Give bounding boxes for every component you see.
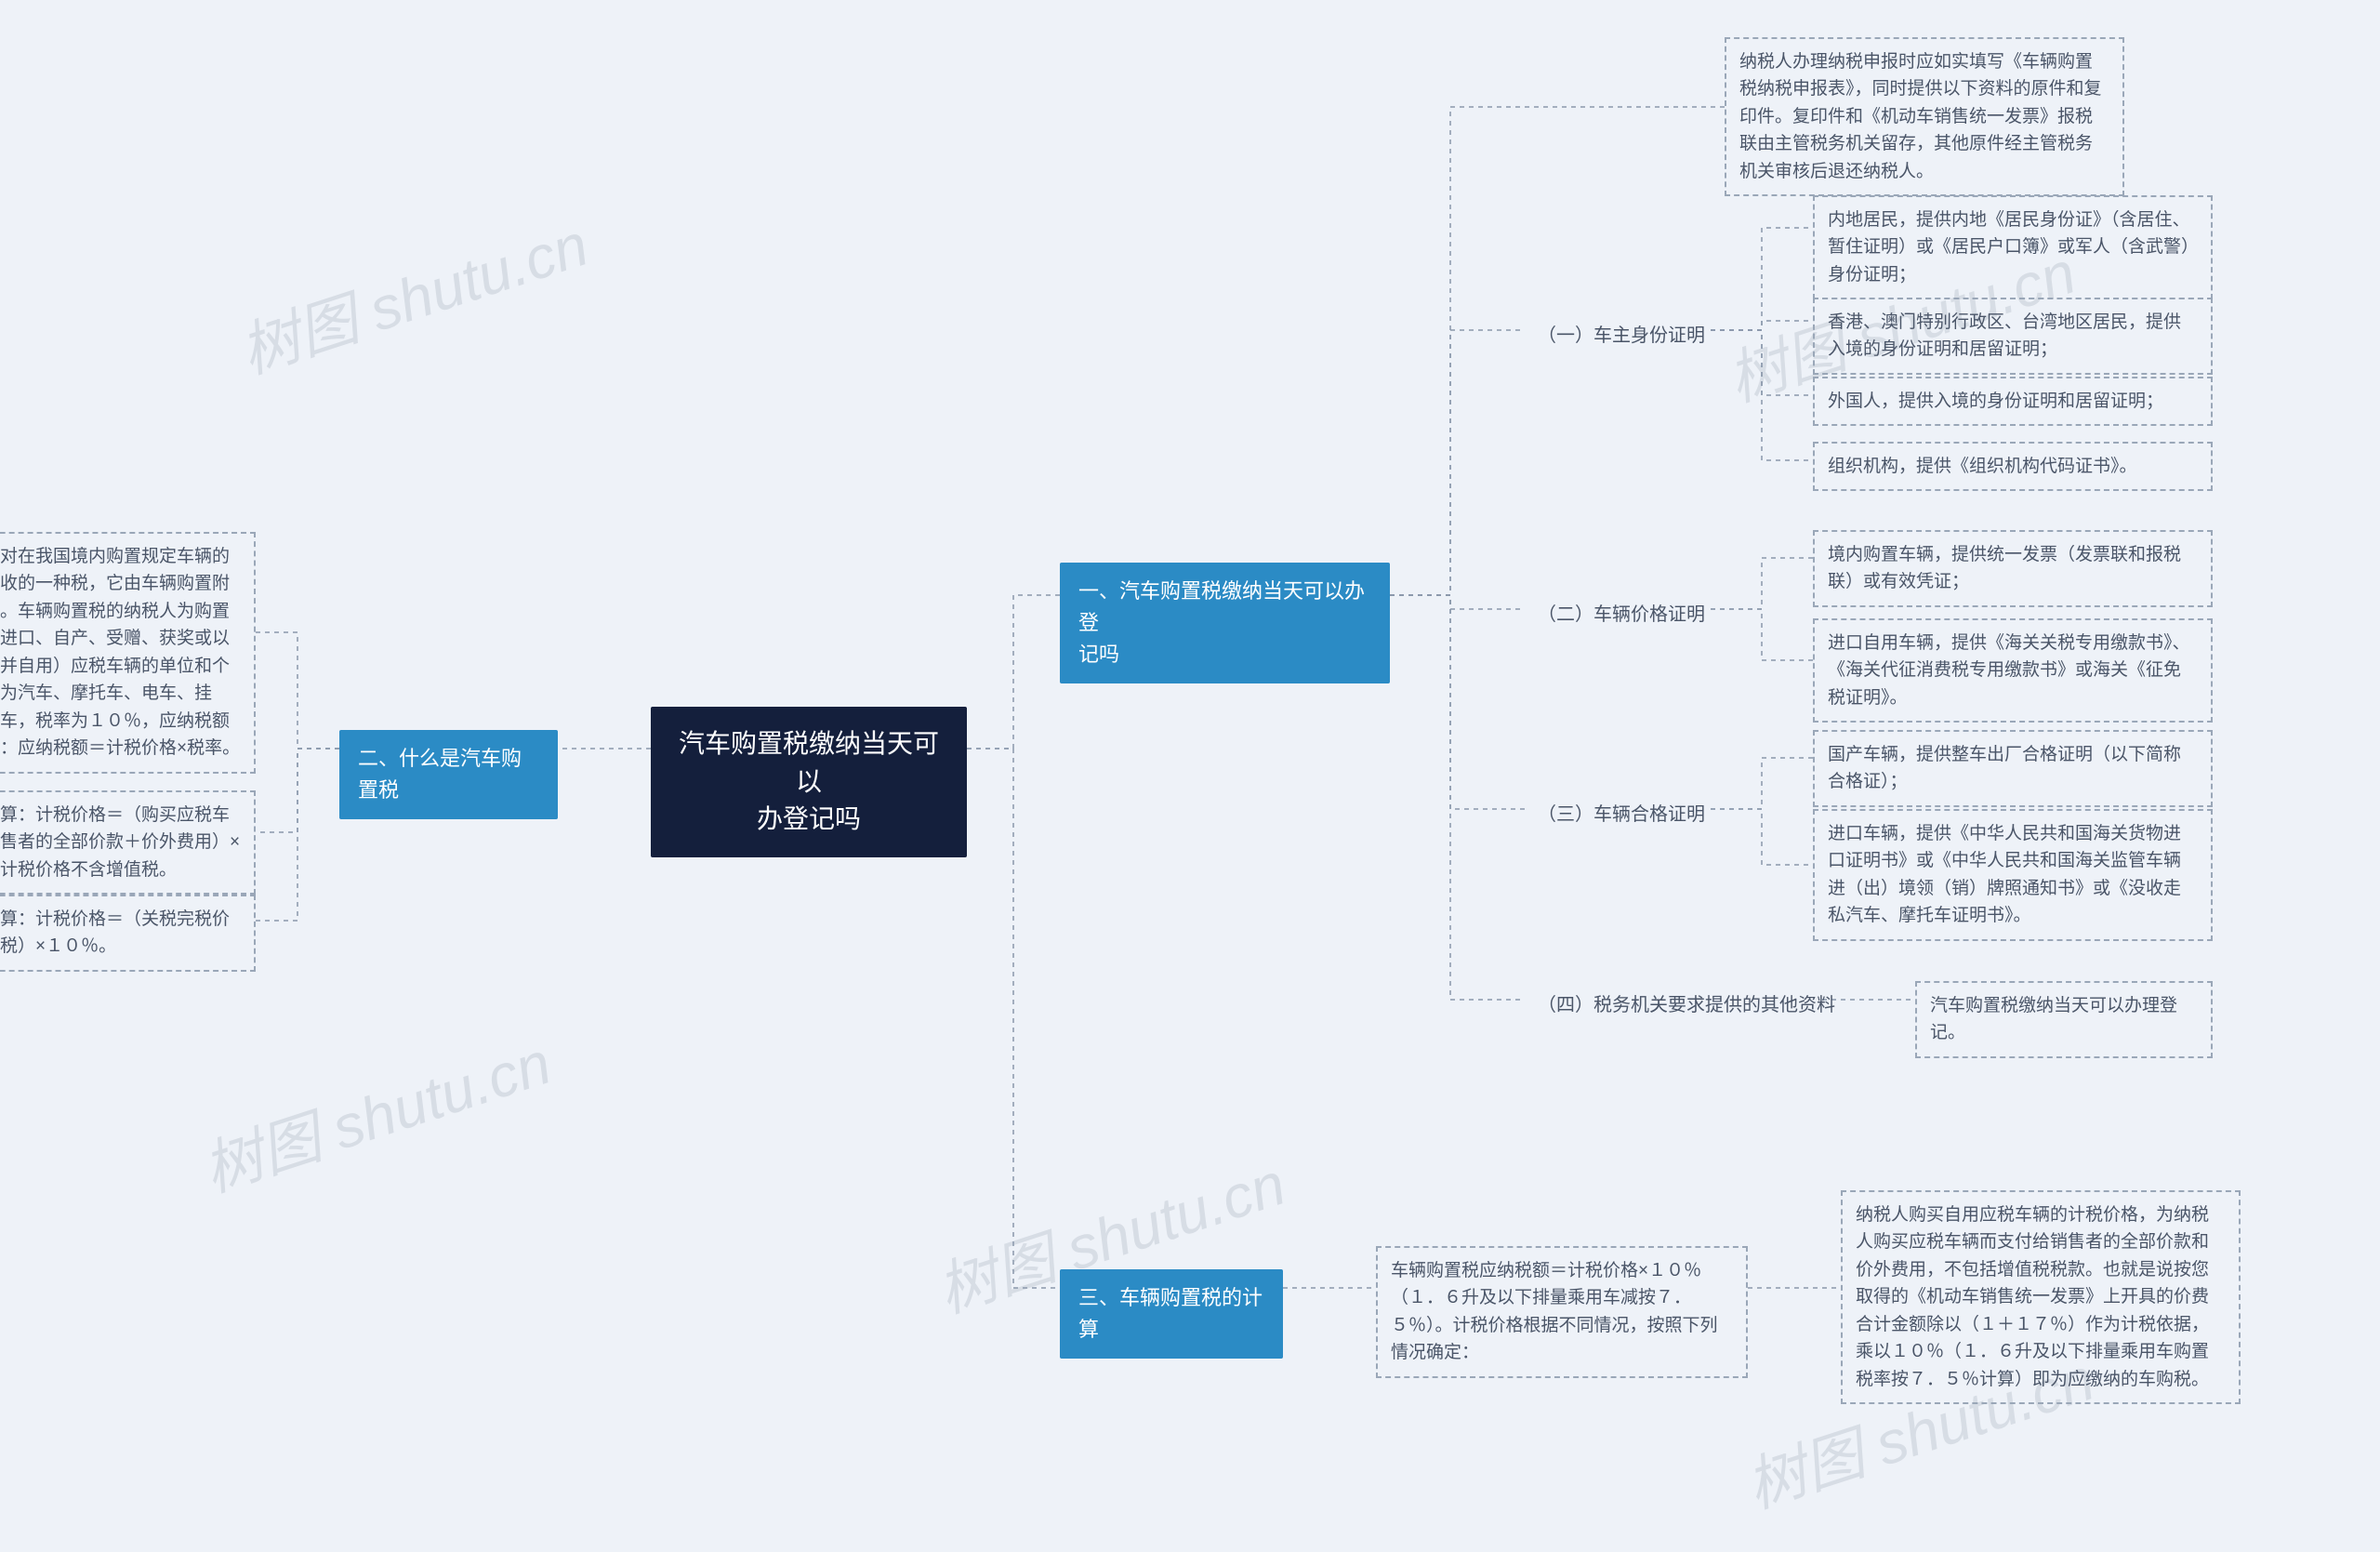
b2-b: 自用车税率计算：计税价格＝（购买应税车辆而支付给销售者的全部价款＋价外费用）×１…	[0, 790, 256, 895]
b1-s1-c: 外国人，提供入境的身份证明和居留证明；	[1813, 377, 2213, 426]
b2-a: 车辆购置税是对在我国境内购置规定车辆的单位和个人征收的一种税，它由车辆购置附加费…	[0, 532, 256, 774]
b1-s3-b: 进口车辆，提供《中华人民共和国海关货物进口证明书》或《中华人民共和国海关监管车辆…	[1813, 809, 2213, 941]
b1-s3-label: （三）车辆合格证明	[1525, 793, 1718, 837]
b1-s1-d: 组织机构，提供《组织机构代码证书》。	[1813, 442, 2213, 491]
b1-intro: 纳税人办理纳税申报时应如实填写《车辆购置税纳税申报表》，同时提供以下资料的原件和…	[1725, 37, 2124, 196]
branch-1-line1: 一、汽车购置税缴纳当天可以办登	[1078, 576, 1371, 639]
b1-s3-a: 国产车辆，提供整车出厂合格证明（以下简称合格证）；	[1813, 730, 2213, 807]
b2-c: 进口车税率计算：计税价格＝（关税完税价＋关税＋消费税）×１０％。	[0, 895, 256, 972]
branch-2: 二、什么是汽车购置税	[339, 730, 558, 819]
b1-s2-label: （二）车辆价格证明	[1525, 593, 1718, 637]
branch-1: 一、汽车购置税缴纳当天可以办登 记吗	[1060, 563, 1390, 683]
b1-s1-label: （一）车主身份证明	[1525, 314, 1718, 358]
b1-s1-b: 香港、澳门特别行政区、台湾地区居民，提供入境的身份证明和居留证明；	[1813, 298, 2213, 375]
b1-s4-label: （四）税务机关要求提供的其他资料	[1525, 984, 1848, 1028]
b1-s2-a: 境内购置车辆，提供统一发票（发票联和报税联）或有效凭证；	[1813, 530, 2213, 607]
b1-s4-a: 汽车购置税缴纳当天可以办理登记。	[1915, 981, 2213, 1058]
root-line1: 汽车购置税缴纳当天可以	[677, 725, 941, 801]
watermark: 树图 shutu.cn	[228, 197, 597, 390]
b3-leaf: 纳税人购买自用应税车辆的计税价格，为纳税人购买应税车辆而支付给销售者的全部价款和…	[1841, 1190, 2241, 1404]
watermark: 树图 shutu.cn	[191, 1015, 560, 1208]
b1-s2-b: 进口自用车辆，提供《海关关税专用缴款书》、《海关代征消费税专用缴款书》或海关《征…	[1813, 618, 2213, 723]
b3-mid: 车辆购置税应纳税额＝计税价格×１０％（１．６升及以下排量乘用车减按７．５％）。计…	[1376, 1246, 1748, 1378]
branch-3: 三、车辆购置税的计算	[1060, 1269, 1283, 1359]
root-node: 汽车购置税缴纳当天可以 办登记吗	[651, 707, 967, 857]
root-line2: 办登记吗	[677, 801, 941, 839]
b1-s1-a: 内地居民，提供内地《居民身份证》（含居住、暂住证明）或《居民户口簿》或军人（含武…	[1813, 195, 2213, 299]
branch-1-line2: 记吗	[1078, 639, 1371, 670]
